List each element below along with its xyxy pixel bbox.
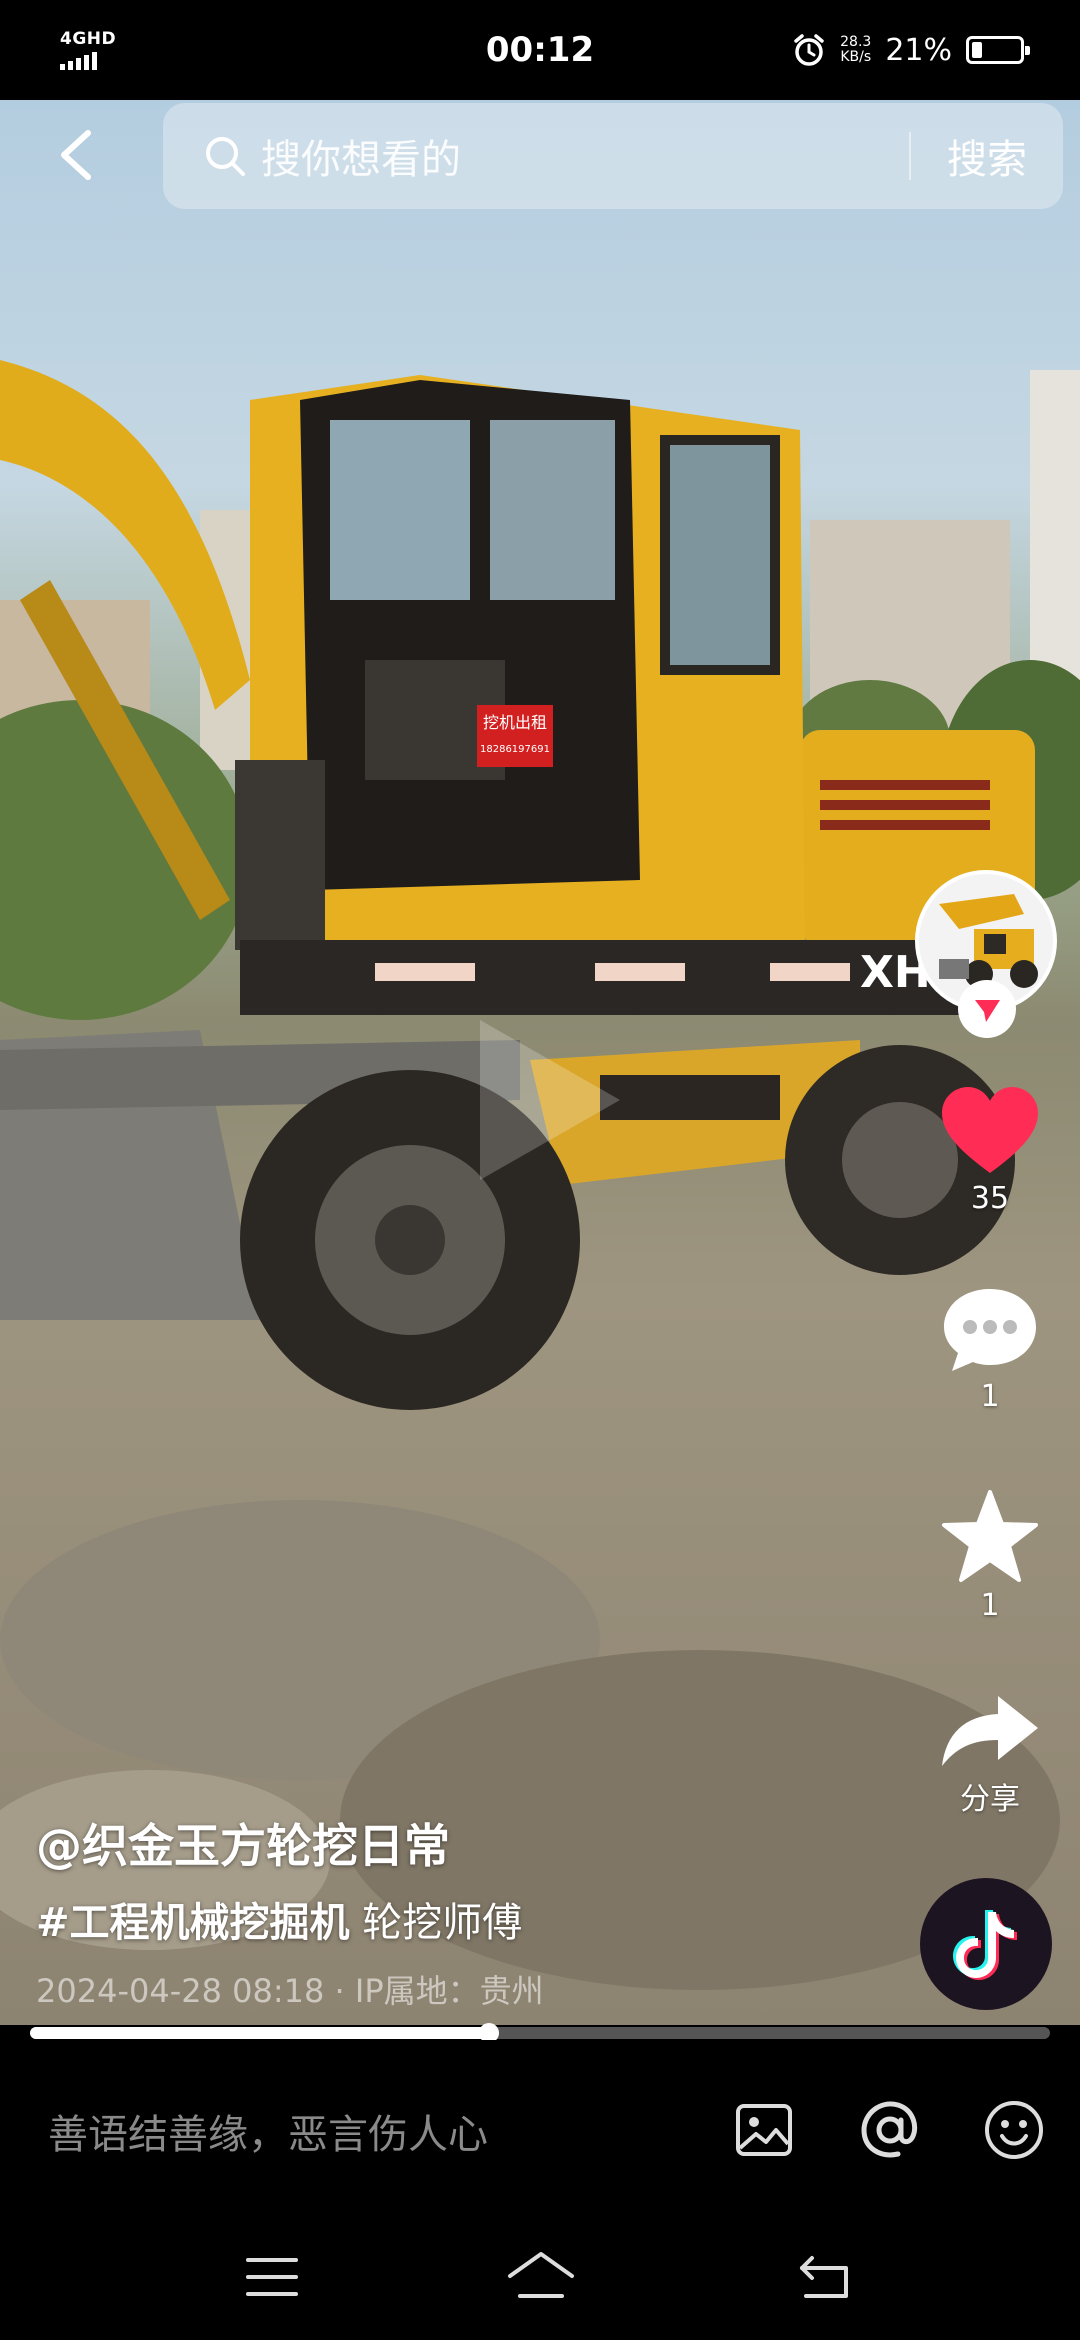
comment-count: 1 [980, 1379, 1000, 1414]
screen: 4GHD 00:12 28.3 KB/s 21% 挖机出租 1828619769… [0, 0, 1080, 2340]
status-time: 00:12 [485, 30, 595, 70]
share-button[interactable]: 分享 [930, 1690, 1050, 1818]
video-player[interactable]: 挖机出租 18286197691 XH9 [0, 100, 1080, 2025]
comment-input[interactable]: 善语结善缘，恶言伤人心 [48, 2102, 488, 2160]
hashtag-link[interactable]: #工程机械挖掘机 [36, 1900, 350, 1946]
network-speed: 28.3 KB/s [840, 34, 872, 65]
post-meta: 2024-04-28 08:18 · IP属地：贵州 [36, 1972, 544, 2010]
progress-fill [30, 2027, 489, 2039]
caption-body: 轮挖师傅 [362, 1900, 523, 1946]
star-icon [942, 1490, 1038, 1582]
search-bar[interactable]: 搜你想看的 搜索 [163, 103, 1063, 209]
home-icon[interactable] [506, 2250, 576, 2304]
share-icon [942, 1696, 1038, 1766]
back-button[interactable] [50, 125, 110, 185]
author-name[interactable]: @织金玉方轮挖日常 [36, 1810, 450, 1876]
network-type: 4GHD [60, 28, 117, 49]
search-button[interactable]: 搜索 [911, 127, 1063, 185]
search-icon [206, 137, 245, 176]
tiktok-music-button[interactable] [920, 1878, 1052, 2010]
alarm-icon [794, 34, 824, 66]
battery-percent: 21% [885, 32, 952, 68]
search-input[interactable]: 搜你想看的 [261, 127, 909, 185]
emoji-icon[interactable] [982, 2098, 1046, 2162]
signal-icon: 4GHD [60, 28, 117, 70]
follow-icon [975, 1000, 1000, 1022]
comment-icon [944, 1289, 1036, 1371]
image-icon[interactable] [732, 2098, 796, 2162]
like-button[interactable]: 35 [930, 1085, 1050, 1216]
video-progress-bar[interactable] [30, 2023, 1050, 2043]
menu-icon[interactable] [242, 2250, 302, 2304]
follow-button[interactable] [958, 980, 1016, 1038]
play-icon [480, 1020, 620, 1180]
share-label: 分享 [960, 1782, 1020, 1817]
at-icon[interactable] [858, 2098, 922, 2162]
caption-text: #工程机械挖掘机 轮挖师傅 [36, 1890, 522, 1948]
system-nav-bar [0, 2220, 1080, 2340]
like-count: 35 [970, 1181, 1010, 1216]
status-bar: 4GHD 00:12 28.3 KB/s 21% [0, 0, 1080, 100]
battery-icon [966, 36, 1030, 64]
favorite-count: 1 [980, 1588, 1000, 1623]
comment-bar: 善语结善缘，恶言伤人心 [0, 2040, 1080, 2220]
back-nav-icon[interactable] [796, 2250, 856, 2304]
heart-icon [942, 1087, 1038, 1173]
favorite-button[interactable]: 1 [930, 1488, 1050, 1623]
sign-phone: 18286197691 [480, 744, 550, 755]
sign-text: 挖机出租 [483, 713, 547, 732]
comment-button[interactable]: 1 [930, 1285, 1050, 1414]
tiktok-icon [953, 1910, 1017, 1980]
